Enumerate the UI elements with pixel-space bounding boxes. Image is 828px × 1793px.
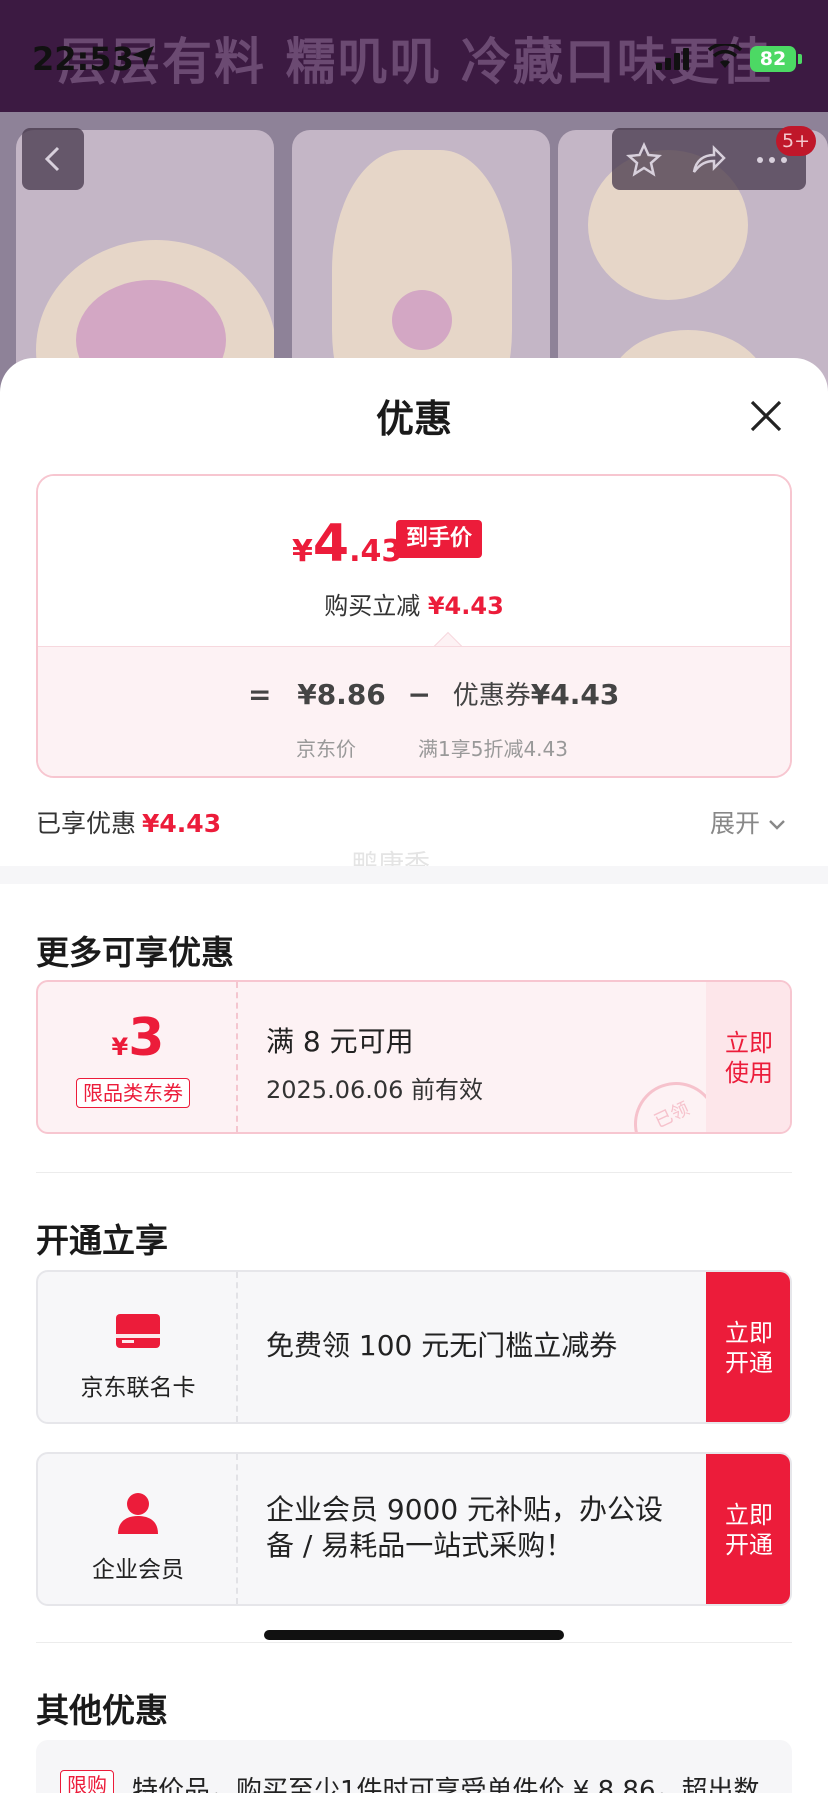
price-formula: = ¥8.86 − 优惠券¥4.43 [248, 675, 619, 712]
home-indicator[interactable] [264, 1630, 564, 1640]
divider-line [36, 1642, 792, 1643]
offer-card-enterprise: 企业会员 企业会员 9000 元补贴，办公设备 / 易耗品一站式采购！ 立即 开通 [36, 1452, 792, 1606]
price-breakdown-card: ¥4.43 到手价 购买立减 ¥4.43 = ¥8.86 − 优惠券¥4.43 … [36, 474, 792, 778]
enjoyed-value: ¥4.43 [142, 809, 222, 838]
coupon-card: ¥3 限品类东券 满 8 元可用 2025.06.06 前有效 已领 立即 使用 [36, 980, 792, 1134]
coupon-amount: ¥3 [38, 1008, 238, 1068]
credit-card-icon [116, 1314, 160, 1348]
open-offers-title: 开通立享 [36, 1221, 168, 1260]
purchase-limit-badge: 限购 [60, 1770, 114, 1793]
star-icon[interactable] [626, 142, 662, 178]
offer-description: 免费领 100 元无门槛立减券 [266, 1329, 618, 1362]
offer-name: 企业会员 [92, 1557, 184, 1583]
section-divider [0, 866, 828, 884]
battery-indicator: 82 [750, 46, 796, 72]
open-cobrand-card-button[interactable]: 立即 开通 [706, 1272, 790, 1422]
price-formula-section: = ¥8.86 − 优惠券¥4.43 京东价 满1享5折减4.43 [38, 646, 790, 776]
enjoyed-discount: 已享优惠 ¥4.43 [36, 804, 221, 840]
cellular-signal-icon [656, 48, 689, 70]
coupon-type-badge: 限品类东券 [76, 1078, 190, 1108]
open-enterprise-member-button[interactable]: 立即 开通 [706, 1454, 790, 1604]
coupon-amount-number: 3 [128, 1008, 165, 1068]
more-offers-title: 更多可享优惠 [36, 933, 234, 972]
offer-name: 京东联名卡 [80, 1375, 196, 1401]
share-icon[interactable] [690, 142, 726, 178]
other-offer-item: 限购 特价品，购买至少1件时可享受单件价 ¥ 8.86，超出数 [36, 1740, 792, 1793]
discount-sheet: 优惠 ¥4.43 到手价 购买立减 ¥4.43 = ¥8.86 − 优惠券¥4.… [0, 358, 828, 1793]
jd-price-value: ¥8.86 [297, 678, 386, 711]
location-arrow-icon [132, 46, 154, 68]
other-offers-title: 其他优惠 [36, 1691, 168, 1730]
coupon-amount-section: ¥3 限品类东券 [38, 982, 238, 1132]
use-coupon-button[interactable]: 立即 使用 [706, 982, 790, 1132]
jd-price-label: 京东价 [296, 737, 356, 761]
offer-card-cobrand: 京东联名卡 免费领 100 元无门槛立减券 立即 开通 [36, 1270, 792, 1424]
instant-discount-value: ¥4.43 [427, 592, 504, 620]
close-icon[interactable] [746, 396, 786, 436]
final-price-section: ¥4.43 到手价 购买立减 ¥4.43 [38, 476, 790, 646]
final-price-tag: 到手价 [396, 520, 483, 558]
final-price-decimal: .43 [349, 534, 403, 569]
sheet-title: 优惠 [375, 397, 452, 441]
instant-discount-line: 购买立减 ¥4.43 [38, 586, 790, 621]
offer-description: 企业会员 9000 元补贴，办公设备 / 易耗品一站式采购！ [266, 1493, 664, 1562]
expand-toggle[interactable]: 展开 [710, 804, 786, 840]
person-icon [118, 1493, 158, 1534]
expand-label: 展开 [710, 809, 761, 838]
divider-line [36, 1172, 792, 1173]
instant-discount-label: 购买立减 [324, 592, 421, 620]
notification-badge: 5+ [776, 126, 817, 156]
final-price: ¥4.43 [292, 514, 402, 574]
back-button[interactable] [22, 128, 84, 190]
coupon-currency-symbol: ¥ [111, 1033, 129, 1061]
coupon-label: 优惠券 [452, 681, 531, 711]
chevron-down-icon [769, 820, 785, 830]
coupon-validity: 2025.06.06 前有效 [266, 1076, 484, 1104]
chevron-left-icon [44, 146, 60, 172]
minus-sign: − [407, 678, 432, 711]
currency-symbol: ¥ [292, 534, 313, 569]
status-bar: 22:53 82 [0, 0, 828, 112]
coupon-condition: 满 8 元可用 [266, 1025, 414, 1058]
offer-brand-section: 企业会员 [38, 1454, 238, 1604]
final-price-integer: 4 [312, 514, 350, 574]
wifi-icon [708, 44, 742, 68]
equals-sign: = [248, 678, 272, 711]
coupon-value: ¥4.43 [530, 678, 620, 711]
coupon-rule: 满1享5折减4.43 [418, 737, 568, 761]
enjoyed-label: 已享优惠 [36, 809, 137, 838]
battery-tip [798, 54, 802, 64]
offer-brand-section: 京东联名卡 [38, 1272, 238, 1422]
other-offer-text: 特价品，购买至少1件时可享受单件价 ¥ 8.86，超出数 [132, 1776, 760, 1793]
status-time: 22:53 [32, 40, 134, 78]
